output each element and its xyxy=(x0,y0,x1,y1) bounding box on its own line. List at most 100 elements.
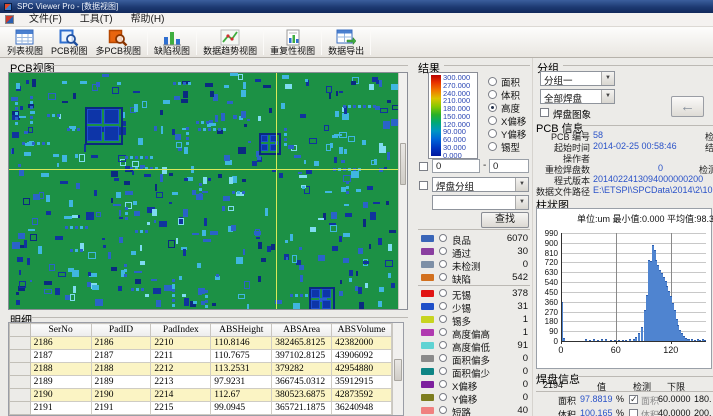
legend-color-swatch xyxy=(421,329,434,336)
metric-radio-4[interactable]: Y偏移 xyxy=(488,128,526,139)
toolbar-button-pcb-view[interactable]: PCB视图 xyxy=(47,28,92,57)
pcb-info-value: 2014-02-25 00:58:46 xyxy=(593,141,677,151)
radio-icon[interactable] xyxy=(439,289,447,297)
pad-info-check-checkbox[interactable] xyxy=(629,409,638,416)
legend-item-defect-6[interactable]: 面积偏少0 xyxy=(419,366,530,378)
range-from-input[interactable]: 0 xyxy=(432,159,480,173)
radio-icon[interactable] xyxy=(439,234,447,242)
all-pads-select[interactable]: 全部焊盘 ▼ xyxy=(540,89,615,104)
legend-item-defect-3[interactable]: 高度偏高1 xyxy=(419,327,530,339)
legend-item-defect-2[interactable]: 锡多1 xyxy=(419,314,530,326)
table-column-header[interactable]: ABSVolume xyxy=(332,324,392,337)
pad-info-check-checkbox[interactable] xyxy=(629,395,638,404)
pcb-scrollbar-thumb[interactable] xyxy=(400,143,406,185)
metric-radio-5[interactable]: 锡型 xyxy=(488,141,520,152)
menu-item-2[interactable]: 帮助(H) xyxy=(122,13,174,27)
pcb-canvas[interactable] xyxy=(8,72,408,310)
toolbar-button-export[interactable]: 数据导出 xyxy=(324,28,368,57)
table-column-header[interactable]: ABSHeight xyxy=(211,324,272,337)
table-cell: 43906092 xyxy=(332,350,392,363)
legend-item-defect-0[interactable]: 无锡378 xyxy=(419,288,530,300)
radio-icon xyxy=(488,103,497,112)
list-view-icon xyxy=(15,29,35,46)
legend-item-status-1[interactable]: 通过30 xyxy=(419,246,530,258)
pcb-info-value: 58 xyxy=(593,130,603,140)
grid-line xyxy=(561,282,706,283)
table-cell: 42954880 xyxy=(332,363,392,376)
radio-icon[interactable] xyxy=(439,354,447,362)
table-cell: 380523.6875 xyxy=(272,389,332,402)
table-cell: 35912915 xyxy=(332,376,392,389)
metric-radio-label: 锡型 xyxy=(501,140,520,154)
table-column-header[interactable]: PadIndex xyxy=(151,324,211,337)
range-to-input[interactable]: 0 xyxy=(489,159,529,173)
pad-group-checkbox[interactable] xyxy=(419,181,428,190)
legend-item-defect-4[interactable]: 高度偏低91 xyxy=(419,340,530,352)
table-row[interactable]: 218721872211110.7675397102.812543906092 xyxy=(10,350,392,363)
back-arrow-button[interactable]: ← xyxy=(671,96,704,117)
legend-count: 1 xyxy=(523,327,528,338)
pad-group-select[interactable]: 焊盘分组 ▼ xyxy=(432,177,529,192)
table-column-header[interactable]: PadID xyxy=(91,324,151,337)
histogram-bar xyxy=(638,333,640,341)
metric-radio-0[interactable]: 面积 xyxy=(488,76,520,87)
menu-item-0[interactable]: 文件(F) xyxy=(20,13,71,27)
left-arrow-icon: ← xyxy=(680,98,695,115)
table-row[interactable]: 219021902214112.67380523.687542873592 xyxy=(10,389,392,402)
find-button[interactable]: 查找 xyxy=(481,212,529,228)
radio-icon[interactable] xyxy=(439,393,447,401)
toolbar-button-defect-view[interactable]: 缺陷视图 xyxy=(150,28,194,57)
toolbar-button-multi-pcb-view[interactable]: 多PCB视图 xyxy=(92,28,146,57)
table-column-header[interactable]: ABSArea xyxy=(272,324,332,337)
table-row[interactable]: 218621862210110.8146382465.812542382000 xyxy=(10,337,392,350)
toolbar-button-trend-view[interactable]: 数据趋势视图 xyxy=(199,28,261,57)
legend-item-status-3[interactable]: 缺陷542 xyxy=(419,272,530,284)
radio-icon[interactable] xyxy=(439,260,447,268)
pcb-scrollbar[interactable] xyxy=(398,73,407,310)
range-filter-checkbox[interactable] xyxy=(419,162,428,171)
radio-icon[interactable] xyxy=(439,367,447,375)
toolbar-button-repeat-view[interactable]: 重复性视图 xyxy=(266,28,319,57)
metric-radio-3[interactable]: X偏移 xyxy=(488,115,526,126)
pcb-info-value: E:\ETSPI\SPCData\2014\2\1006.sw1 xyxy=(593,185,713,195)
legend-item-status-0[interactable]: 良品6070 xyxy=(419,233,530,245)
table-column-header[interactable]: SerNo xyxy=(30,324,91,337)
histogram-bar xyxy=(641,327,643,341)
repeat-view-icon xyxy=(283,29,303,46)
legend-item-defect-9[interactable]: 短路40 xyxy=(419,405,530,416)
table-cell: 2210 xyxy=(151,337,211,350)
radio-icon[interactable] xyxy=(439,247,447,255)
legend-count: 91 xyxy=(517,340,528,351)
table-row[interactable]: 218821882212113.253137928242954880 xyxy=(10,363,392,376)
table-row[interactable]: 21912191221599.0945365721.187536240948 xyxy=(10,402,392,415)
detail-scrollbar[interactable] xyxy=(392,323,403,415)
metric-radio-2[interactable]: 高度 xyxy=(488,102,520,113)
legend-item-defect-8[interactable]: Y偏移0 xyxy=(419,392,530,404)
radio-icon[interactable] xyxy=(439,273,447,281)
detail-scrollbar-thumb[interactable] xyxy=(394,359,402,381)
table-row[interactable]: 21892189221397.9231366745.031235912915 xyxy=(10,376,392,389)
legend-item-defect-5[interactable]: 面积偏多0 xyxy=(419,353,530,365)
row-header-cell xyxy=(10,337,31,350)
table-cell: 2214 xyxy=(151,389,211,402)
pad-image-checkbox[interactable] xyxy=(540,108,549,117)
sub-group-select[interactable]: ▼ xyxy=(432,195,529,210)
metric-radio-1[interactable]: 体积 xyxy=(488,89,520,100)
legend-label: Y偏移 xyxy=(452,392,477,406)
legend-item-status-2[interactable]: 未检测0 xyxy=(419,259,530,271)
radio-icon[interactable] xyxy=(439,328,447,336)
legend-item-defect-1[interactable]: 少锡31 xyxy=(419,301,530,313)
radio-icon[interactable] xyxy=(439,406,447,414)
radio-icon[interactable] xyxy=(439,302,447,310)
radio-icon[interactable] xyxy=(439,380,447,388)
toolbar-button-list-view[interactable]: 列表视图 xyxy=(3,28,47,57)
menu-item-1[interactable]: 工具(T) xyxy=(71,13,122,27)
divider xyxy=(444,65,530,66)
toolbar-button-label: 列表视图 xyxy=(7,46,43,56)
legend-item-defect-7[interactable]: X偏移0 xyxy=(419,379,530,391)
radio-icon[interactable] xyxy=(439,315,447,323)
y-axis-tick-label: 720 xyxy=(538,258,558,267)
group-select[interactable]: 分组一 ▼ xyxy=(540,71,615,86)
divider xyxy=(418,229,530,230)
radio-icon[interactable] xyxy=(439,341,447,349)
